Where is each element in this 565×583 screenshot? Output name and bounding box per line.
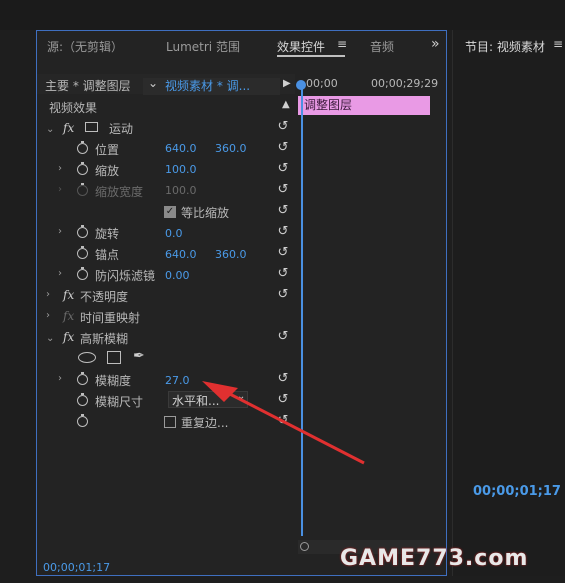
red-arrow-annotation — [202, 381, 365, 465]
arrow-head — [202, 381, 238, 402]
watermark-logo: GAME773.com — [340, 546, 529, 571]
arrow-shaft — [221, 388, 365, 465]
